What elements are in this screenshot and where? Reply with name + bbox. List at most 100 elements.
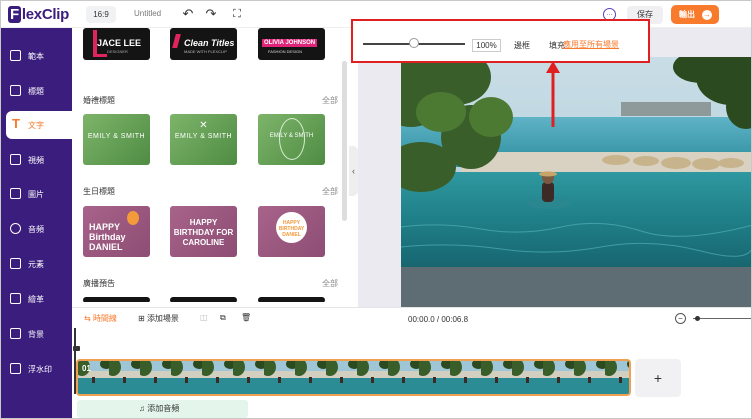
zoom-slider-fill (363, 43, 414, 45)
scene-clip[interactable]: 01 (76, 359, 631, 396)
panel-scrollbar[interactable] (342, 61, 347, 221)
tile-text: EMILY & SMITH (269, 133, 314, 139)
add-audio-button[interactable]: ♫ 添加音頻 (77, 400, 248, 418)
clip-thumbnail (601, 361, 629, 394)
see-all-link[interactable]: 全部 (322, 186, 338, 197)
arrow-right-icon: → (702, 10, 712, 20)
tab-timeline-label: 時間線 (92, 314, 117, 323)
preview-image[interactable] (401, 57, 751, 307)
undo-icon[interactable]: ↶ (181, 6, 195, 22)
text-template-tile[interactable]: EMILY & SMITH (258, 114, 325, 165)
arrows-icon: ✕ (199, 120, 208, 131)
timeline-zoom-slider[interactable] (693, 318, 751, 319)
text-template-tile[interactable]: HAPPY BIRTHDAY FOR CAROLINE (170, 206, 237, 257)
text-template-tile[interactable] (83, 297, 150, 302)
title-icon (10, 85, 21, 96)
clip-thumbnail (167, 361, 205, 394)
fit-option-button[interactable]: 邊框 (514, 40, 530, 51)
infinity-pool-photo (401, 57, 751, 307)
clip-thumbnail (508, 361, 546, 394)
text-icon: T (12, 116, 20, 131)
template-icon (10, 50, 21, 61)
logo-text: lexClip (21, 6, 69, 23)
image-icon (10, 188, 21, 199)
clip-thumbnail (260, 361, 298, 394)
text-template-tile[interactable] (170, 297, 237, 302)
text-template-tile[interactable]: Clean Titles MADE WITH FLEXCLIP (170, 28, 237, 60)
tile-subtext: MADE WITH FLEXCLIP (184, 49, 227, 54)
overlay-icon (10, 293, 21, 304)
timeline-icon: ⇆ (84, 314, 91, 323)
sidebar-item-background[interactable]: 背景 (1, 320, 72, 348)
wreath-icon (279, 118, 305, 160)
sidebar-item-templates[interactable]: 範本 (1, 42, 72, 70)
music-note-icon: ♫ (139, 404, 145, 413)
sidebar-item-label: 浮水印 (28, 365, 52, 374)
sidebar-item-elements[interactable]: 元素 (1, 250, 72, 278)
duplicate-icon[interactable]: ⧉ (220, 313, 226, 323)
see-all-link[interactable]: 全部 (322, 95, 338, 106)
sidebar-item-label: 音頻 (28, 225, 44, 234)
tile-text: EMILY & SMITH (87, 133, 146, 140)
sidebar-item-titles[interactable]: 標題 (1, 77, 72, 105)
zoom-slider-handle[interactable] (409, 38, 419, 48)
category-title: 婚禮標題 (83, 96, 115, 105)
text-template-tile[interactable]: JACE LEE DESIGNER (83, 28, 150, 60)
split-icon[interactable]: ◫ (200, 313, 208, 322)
sidebar-item-images[interactable]: 圖片 (1, 180, 72, 208)
aspect-ratio-button[interactable]: 16:9 (86, 6, 116, 23)
add-scene-button[interactable]: ⊞ 添加場景 (138, 313, 179, 324)
sidebar-item-label: 範本 (28, 52, 44, 61)
clip-thumbnail (105, 361, 143, 394)
zoom-out-icon[interactable]: − (675, 313, 686, 324)
sidebar-item-label: 圖片 (28, 190, 44, 199)
sidebar-item-video[interactable]: 視頻 (1, 146, 72, 174)
text-template-tile[interactable]: OLIVIA JOHNSON FASHION DESIGN (258, 28, 325, 60)
text-template-tile[interactable]: HAPPY Birthday DANIEL (83, 206, 150, 257)
clip-number: 01 (82, 364, 91, 373)
see-all-link[interactable]: 全部 (322, 278, 338, 289)
export-button[interactable]: 輸出 → (671, 5, 719, 24)
category-title: 廣播預告 (83, 279, 115, 288)
redo-icon[interactable]: ↷ (204, 6, 218, 22)
delete-icon[interactable]: 🗑 (241, 313, 251, 322)
clip-thumbnail (229, 361, 267, 394)
chevron-left-icon: ‹ (352, 166, 355, 176)
sidebar-item-watermark[interactable]: 浮水印 (1, 355, 72, 383)
add-audio-label: 添加音頻 (147, 404, 180, 413)
add-clip-button[interactable]: + (635, 359, 681, 397)
clip-thumbnail (136, 361, 174, 394)
project-title[interactable]: Untitled (134, 9, 161, 18)
clip-thumbnail (322, 361, 360, 394)
clip-thumbnail (353, 361, 391, 394)
text-template-tile[interactable] (258, 297, 325, 302)
zoom-value[interactable]: 100% (472, 39, 501, 52)
text-template-tile[interactable]: EMILY & SMITH (83, 114, 150, 165)
export-label: 輸出 (679, 10, 695, 19)
timeline-zoom-handle[interactable] (695, 316, 700, 321)
logo-mark: F (8, 6, 21, 23)
app-window: FlexClip 16:9 Untitled ↶ ↷ ⛶ … 保存 輸出 → 範本… (0, 0, 752, 419)
sidebar-item-label: 背景 (28, 330, 44, 339)
clip-thumbnail (539, 361, 577, 394)
sidebar-item-label: 文字 (28, 121, 44, 130)
sidebar-item-label: 視頻 (28, 156, 44, 165)
clip-thumbnail (198, 361, 236, 394)
playhead-handle[interactable] (73, 346, 80, 351)
text-library-panel: JACE LEE DESIGNER Clean Titles MADE WITH… (72, 28, 350, 302)
sidebar-item-overlays[interactable]: 繪革 (1, 285, 72, 313)
annotation-arrow-icon (546, 61, 560, 127)
text-template-tile[interactable]: HAPPY BIRTHDAY DANIEL (258, 206, 325, 257)
tile-text: EMILY & SMITH (174, 133, 233, 140)
sidebar-item-text[interactable]: T 文字 (6, 111, 72, 139)
collapse-panel-button[interactable]: ‹ (349, 146, 358, 196)
apply-to-all-scenes-link[interactable]: 應用至所有場景 (563, 39, 619, 50)
tab-timeline[interactable]: ⇆ 時間線 (84, 313, 117, 324)
text-template-tile[interactable]: EMILY & SMITH ✕ (170, 114, 237, 165)
timeline-panel: ⇆ 時間線 ⊞ 添加場景 ◫ ⧉ 🗑 00:00.0 / 00:06.8 − 0… (72, 307, 751, 418)
clip-thumbnail (477, 361, 515, 394)
video-icon (10, 154, 21, 165)
sidebar-item-audio[interactable]: 音頻 (1, 215, 72, 243)
image-settings-toolbar: 100% 邊框 填充 應用至所有場景 (351, 19, 650, 63)
fullscreen-icon[interactable]: ⛶ (230, 6, 244, 22)
